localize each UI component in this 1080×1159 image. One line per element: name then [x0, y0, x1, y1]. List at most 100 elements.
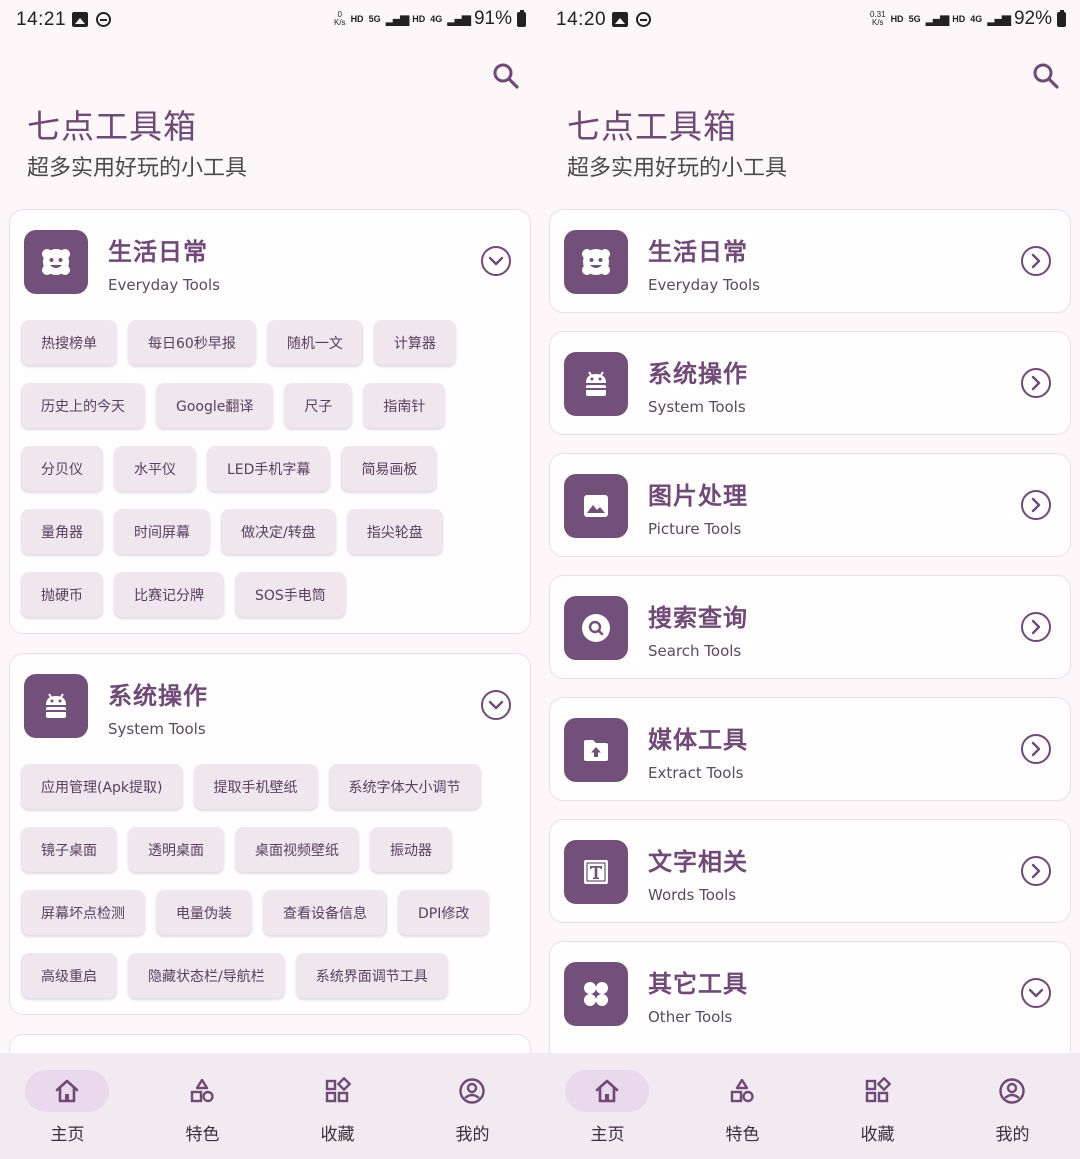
right-screen: 14:20 0.31 K/s HD 5G ▂▄▆ HD 4G ▂▄▆ 92% 七点…: [540, 0, 1080, 1159]
tool-chip[interactable]: 振动器: [370, 827, 452, 872]
tool-chip[interactable]: 系统界面调节工具: [295, 953, 448, 998]
network-type: 4G: [430, 14, 443, 24]
nav-label: 收藏: [320, 1125, 355, 1145]
tool-chip[interactable]: LED手机字幕: [207, 446, 331, 491]
status-right: 0 K/s HD 5G ▂▄▆ HD 4G ▂▄▆ 91%: [334, 8, 526, 30]
tool-chip[interactable]: 高级重启: [21, 953, 117, 998]
tool-chip[interactable]: 量角器: [21, 509, 103, 554]
chevron-down-icon[interactable]: [480, 245, 512, 277]
chevron-down-icon[interactable]: [1020, 977, 1052, 1009]
bottom-nav: 主页 特色 收藏 我的: [540, 1053, 1080, 1159]
category-subtitle: Other Tools: [648, 1008, 733, 1026]
flower-face-icon: [564, 230, 628, 294]
category-header[interactable]: 生活日常 Everyday Tools: [10, 210, 530, 312]
tool-chip[interactable]: 比赛记分牌: [114, 572, 224, 617]
account-icon: [999, 1078, 1025, 1104]
tool-chip[interactable]: 镜子桌面: [21, 827, 117, 872]
tool-chip-list: 应用管理(Apk提取) 提取手机壁纸 系统字体大小调节 镜子桌面 透明桌面 桌面…: [10, 756, 530, 998]
chevron-right-icon[interactable]: [1020, 489, 1052, 521]
category-header[interactable]: 系统操作 System Tools: [10, 654, 530, 756]
tool-chip[interactable]: 热搜榜单: [21, 320, 117, 365]
tool-chip[interactable]: SOS手电筒: [235, 572, 346, 617]
tool-chip[interactable]: 历史上的今天: [21, 383, 145, 428]
nav-featured[interactable]: 特色: [675, 1053, 810, 1159]
category-subtitle: Picture Tools: [648, 520, 742, 538]
tool-chip[interactable]: 水平仪: [114, 446, 196, 491]
tool-chip[interactable]: 屏幕坏点检测: [21, 890, 145, 935]
chevron-right-icon[interactable]: [1020, 855, 1052, 887]
tool-chip[interactable]: 隐藏状态栏/导航栏: [128, 953, 285, 998]
chevron-right-icon[interactable]: [1020, 245, 1052, 277]
nav-label: 主页: [590, 1125, 625, 1145]
network-type: 5G: [368, 14, 381, 24]
nav-featured[interactable]: 特色: [135, 1053, 270, 1159]
category-title: 文字相关: [648, 848, 748, 876]
category-title: 生活日常: [108, 238, 208, 266]
tool-chip[interactable]: 指尖轮盘: [346, 509, 443, 554]
image-icon: [564, 474, 628, 538]
category-card-everyday[interactable]: 生活日常 Everyday Tools: [549, 209, 1071, 313]
network-type: 5G: [908, 14, 921, 24]
category-card-system: 系统操作 System Tools 应用管理(Apk提取) 提取手机壁纸 系统字…: [9, 653, 531, 1015]
app-subtitle: 超多实用好玩的小工具: [27, 156, 248, 181]
tool-chip[interactable]: 指南针: [363, 383, 446, 428]
signal-icon: ▂▄▆: [447, 12, 471, 26]
category-card-system[interactable]: 系统操作 System Tools: [549, 331, 1071, 435]
chip-row: 应用管理(Apk提取) 提取手机壁纸 系统字体大小调节: [21, 764, 530, 809]
status-right: 0.31 K/s HD 5G ▂▄▆ HD 4G ▂▄▆ 92%: [870, 8, 1066, 30]
nav-label: 特色: [725, 1125, 760, 1145]
hd-badge: HD: [952, 14, 966, 24]
tool-chip[interactable]: 时间屏幕: [114, 509, 210, 554]
battery-percent: 91%: [473, 8, 512, 29]
battery-percent: 92%: [1013, 8, 1052, 29]
nav-home[interactable]: 主页: [0, 1053, 135, 1159]
status-bar: 14:20 0.31 K/s HD 5G ▂▄▆ HD 4G ▂▄▆ 92%: [540, 0, 1080, 44]
tool-chip[interactable]: 简易画板: [341, 446, 438, 491]
nav-favorites[interactable]: 收藏: [270, 1053, 405, 1159]
category-card-search[interactable]: 搜索查询 Search Tools: [549, 575, 1071, 679]
tool-chip[interactable]: 尺子: [284, 383, 353, 428]
nav-profile[interactable]: 我的: [945, 1053, 1080, 1159]
category-card-picture[interactable]: 图片处理 Picture Tools: [549, 453, 1071, 557]
android-icon: [24, 674, 88, 738]
chip-row: 历史上的今天 Google翻译 尺子 指南针: [21, 383, 530, 428]
category-title: 生活日常: [648, 238, 748, 266]
category-subtitle: Everyday Tools: [108, 276, 220, 294]
category-card-media[interactable]: 媒体工具 Extract Tools: [549, 697, 1071, 801]
tool-chip[interactable]: 查看设备信息: [263, 890, 387, 935]
chevron-down-icon[interactable]: [480, 689, 512, 721]
tool-chip[interactable]: 提取手机壁纸: [193, 764, 318, 809]
tool-chip[interactable]: 随机一文: [266, 320, 363, 365]
status-bar: 14:21 0 K/s HD 5G ▂▄▆ HD 4G ▂▄▆ 91%: [0, 0, 540, 44]
do-not-disturb-icon: [636, 12, 651, 27]
category-title: 系统操作: [648, 360, 748, 388]
tool-chip[interactable]: 分贝仪: [21, 446, 103, 491]
tool-chip[interactable]: DPI修改: [398, 890, 490, 935]
text-icon: [564, 840, 628, 904]
chevron-right-icon[interactable]: [1020, 367, 1052, 399]
category-card-words[interactable]: 文字相关 Words Tools: [549, 819, 1071, 923]
search-icon[interactable]: [1030, 60, 1062, 92]
tool-chip[interactable]: 电量伪装: [156, 890, 252, 935]
chevron-right-icon[interactable]: [1020, 611, 1052, 643]
chevron-right-icon[interactable]: [1020, 733, 1052, 765]
search-icon[interactable]: [490, 60, 522, 92]
tool-chip[interactable]: 每日60秒早报: [128, 320, 256, 365]
nav-profile[interactable]: 我的: [405, 1053, 540, 1159]
tool-chip[interactable]: 桌面视频壁纸: [235, 827, 359, 872]
category-subtitle: Words Tools: [648, 886, 737, 904]
network-type: 4G: [970, 14, 983, 24]
tool-chip[interactable]: 抛硬币: [21, 572, 103, 617]
tool-chip[interactable]: Google翻译: [156, 383, 274, 428]
gallery-notification-icon: [612, 12, 628, 27]
tool-chip[interactable]: 计算器: [373, 320, 456, 365]
nav-favorites[interactable]: 收藏: [810, 1053, 945, 1159]
nav-label: 收藏: [860, 1125, 895, 1145]
nav-home[interactable]: 主页: [540, 1053, 675, 1159]
tool-chip[interactable]: 透明桌面: [128, 827, 224, 872]
home-icon: [55, 1079, 79, 1103]
folder-upload-icon: [564, 718, 628, 782]
tool-chip[interactable]: 应用管理(Apk提取): [21, 764, 183, 809]
tool-chip[interactable]: 做决定/转盘: [221, 509, 336, 554]
tool-chip[interactable]: 系统字体大小调节: [328, 764, 481, 809]
